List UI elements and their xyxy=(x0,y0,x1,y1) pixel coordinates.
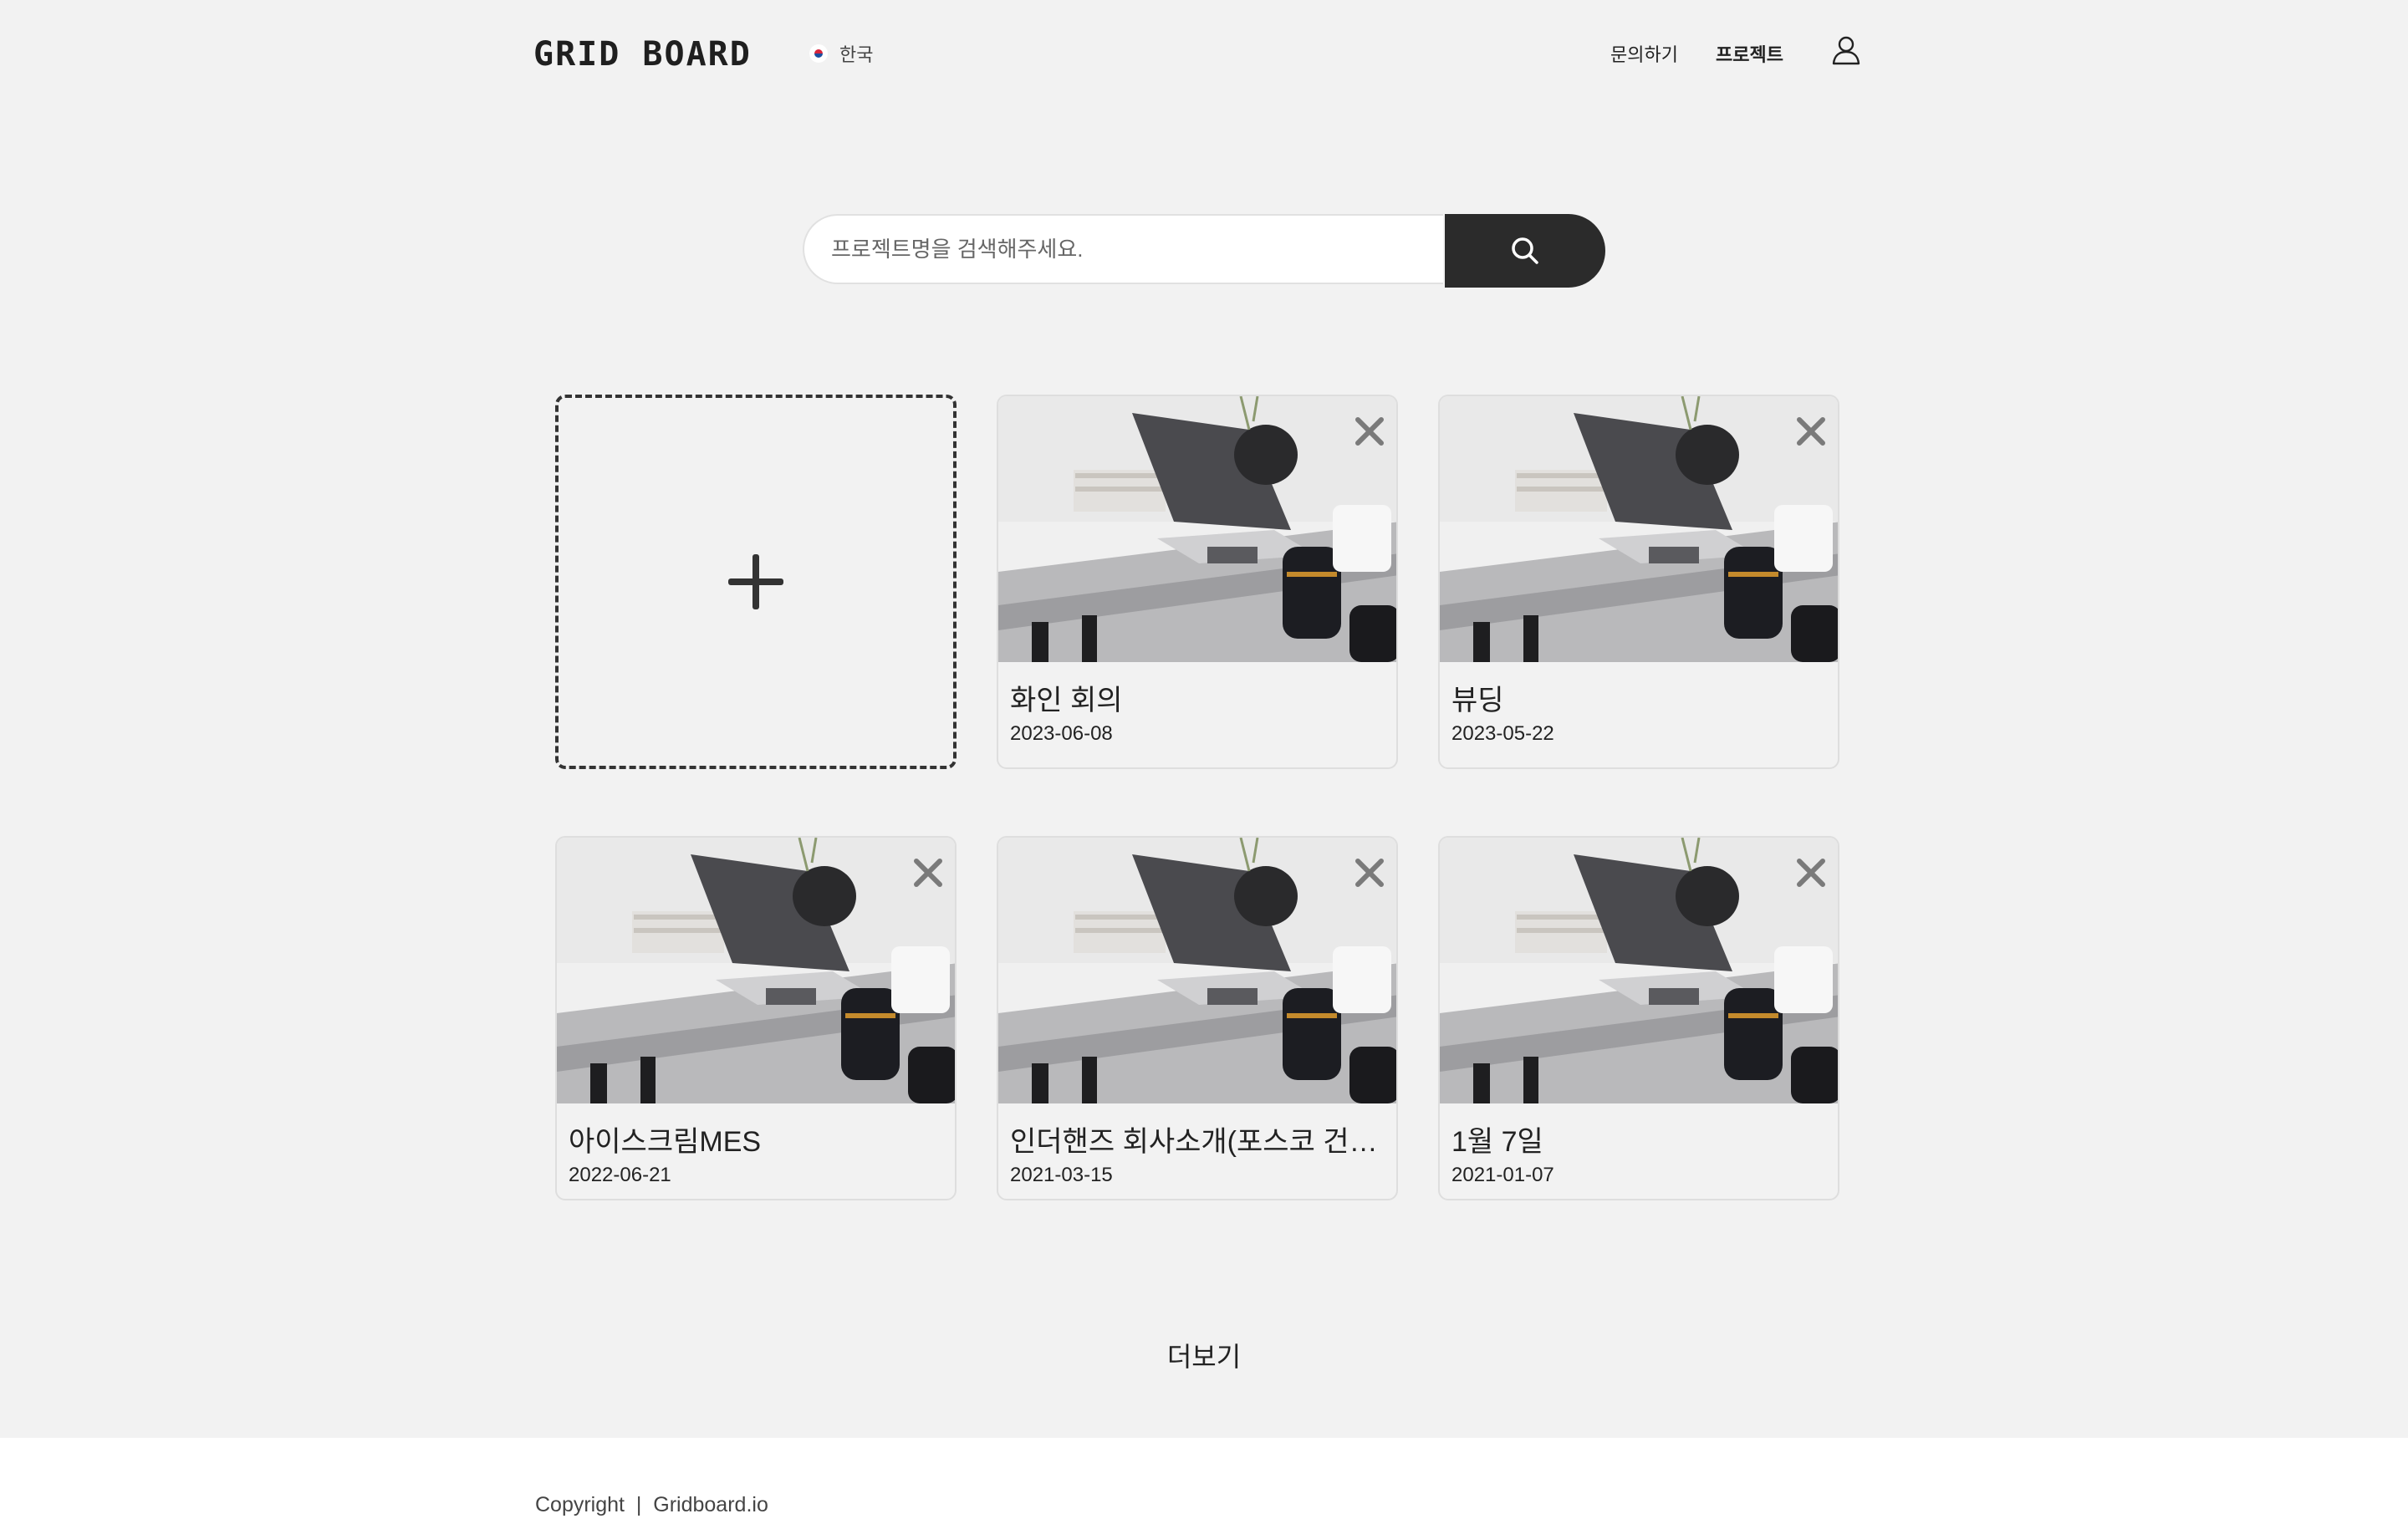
project-date: 2021-01-07 xyxy=(1451,1164,1554,1186)
delete-project-icon[interactable] xyxy=(1793,854,1829,891)
header: GRID BOARD 한국 문의하기 프로젝트 xyxy=(0,0,2408,109)
search-icon xyxy=(1512,237,1538,264)
project-card[interactable]: 뷰딩 2023-05-22 xyxy=(1438,395,1839,769)
user-icon[interactable] xyxy=(1831,35,1861,65)
load-more-button[interactable]: 더보기 xyxy=(0,1336,2408,1374)
project-thumbnail xyxy=(1440,396,1838,662)
project-date: 2023-05-22 xyxy=(1451,722,1554,745)
delete-project-icon[interactable] xyxy=(1793,413,1829,450)
project-thumbnail xyxy=(1440,838,1838,1103)
search-button[interactable] xyxy=(1445,214,1605,288)
project-card[interactable]: 화인 회의 2023-06-08 xyxy=(997,395,1398,769)
project-title: 화인 회의 xyxy=(1010,685,1123,716)
language-selector[interactable]: 한국 xyxy=(809,40,873,67)
add-project-card[interactable] xyxy=(555,395,957,769)
gridboard-logo[interactable]: GRID BOARD xyxy=(533,37,764,70)
nav-inquiry[interactable]: 문의하기 xyxy=(1610,40,1678,67)
project-date: 2023-06-08 xyxy=(1010,722,1113,745)
project-title: 뷰딩 xyxy=(1451,685,1504,716)
nav-project[interactable]: 프로젝트 xyxy=(1716,40,1783,67)
project-title: 아이스크림MES xyxy=(569,1126,762,1158)
svg-text:GRID BOARD: GRID BOARD xyxy=(533,37,752,70)
project-thumbnail xyxy=(557,838,955,1103)
project-thumbnail xyxy=(998,838,1396,1103)
project-card[interactable]: 1월 7일 2021-01-07 xyxy=(1438,836,1839,1200)
copyright-text: Copyright | Gridboard.io xyxy=(535,1493,768,1516)
project-card[interactable]: 아이스크림MES 2022-06-21 xyxy=(555,836,957,1200)
delete-project-icon[interactable] xyxy=(1351,854,1388,891)
project-card[interactable]: 인더핸즈 회사소개(포스코 건… 2021-03-15 xyxy=(997,836,1398,1200)
search-bar xyxy=(803,214,1605,288)
footer: Copyright | Gridboard.io xyxy=(0,1438,2408,1534)
project-title: 인더핸즈 회사소개(포스코 건… xyxy=(1010,1126,1378,1158)
project-thumbnail xyxy=(998,396,1396,662)
language-label: 한국 xyxy=(839,44,874,65)
delete-project-icon[interactable] xyxy=(910,854,946,891)
project-date: 2022-06-21 xyxy=(569,1164,671,1186)
search-input[interactable] xyxy=(803,214,1443,284)
project-title: 1월 7일 xyxy=(1451,1126,1543,1158)
delete-project-icon[interactable] xyxy=(1351,413,1388,450)
plus-icon xyxy=(728,554,783,609)
korea-flag-icon xyxy=(809,44,828,63)
project-date: 2021-03-15 xyxy=(1010,1164,1113,1186)
